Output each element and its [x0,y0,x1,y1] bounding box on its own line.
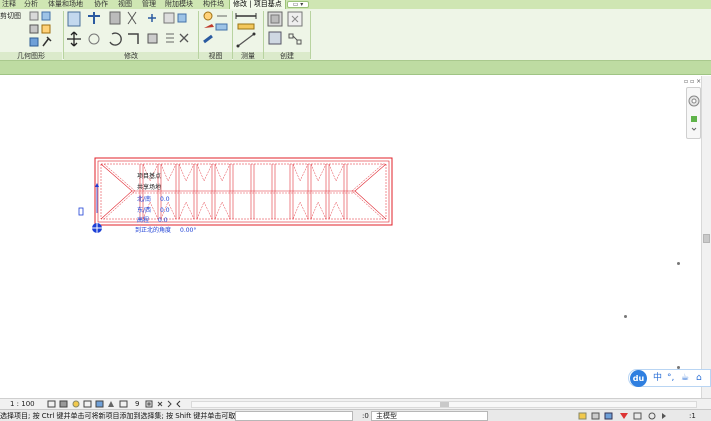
value-north-south[interactable]: 0.0 [160,196,170,203]
status-hint: 选择项目; 按 Ctrl 键并单击可将新项目添加到选择集; 按 Shift 键并… [0,412,243,420]
temporary-hide-count[interactable]: 9 [135,400,139,409]
label-east-west: 东/西 [137,207,152,214]
contextual-tab-toggle[interactable]: ▭ ▾ [287,1,309,8]
panel-label-modify: 修改 [64,52,198,60]
horizontal-scrollbar[interactable] [191,401,697,408]
ime-punctuation-toggle[interactable]: °, [667,373,674,384]
ime-toolbar[interactable]: du 中 °, ☕ ⌂ [628,369,711,387]
view-control-icons[interactable] [46,400,191,409]
view-control-bar: 1 : 100 9 [0,398,711,409]
ribbon-tab-bar: 注释 分析 体量和场地 协作 视图 管理 附加模块 构件坞 修改 | 项目基点 … [0,0,711,9]
tab-modify-project-base-point[interactable]: 修改 | 项目基点 [229,0,286,9]
vertical-scrollbar[interactable] [701,76,711,398]
panel-label-create: 创建 [264,52,310,60]
ime-settings-icon[interactable]: ⌂ [696,373,702,384]
steering-wheel-icon[interactable] [687,88,702,140]
canvas-point [624,315,627,318]
options-bar [0,61,711,75]
create-tools-icon[interactable] [266,10,308,52]
tab-component-dock[interactable]: 构件坞 [203,0,224,9]
modify-tools-icon[interactable] [66,10,196,52]
view-tools-icon[interactable] [201,10,231,52]
vertical-scroll-thumb[interactable] [703,234,710,243]
revit-window: 注释 分析 体量和场地 协作 视图 管理 附加模块 构件坞 修改 | 项目基点 … [0,0,711,421]
design-option-dropdown[interactable]: 主模型 [371,411,488,421]
ribbon-panel-area: 剪切图 几何图形 修改 视图 测量 创建 [0,9,711,61]
label-project-base-point: 项目基点 [137,173,162,180]
ime-logo-icon[interactable]: du [630,370,647,387]
tab-massing-site[interactable]: 体量和场地 [48,0,83,9]
panel-label-geometry: 几何图形 [0,52,62,60]
value-angle-to-north[interactable]: 0.00° [180,227,196,234]
selection-count: :1 [689,412,696,420]
label-shared-site: 共享场地 [137,184,162,191]
canvas-point [677,262,680,265]
value-elevation[interactable]: 0.0 [158,217,168,224]
tab-manage[interactable]: 管理 [142,0,156,9]
geometry-tools-icon[interactable] [29,10,63,52]
view-scale[interactable]: 1 : 100 [10,400,35,409]
panel-separator [310,11,311,59]
selection-filter-icons[interactable] [578,411,696,421]
label-north-south: 北/南 [137,196,152,203]
pin-icon [78,207,84,216]
tab-annotate[interactable]: 注释 [2,0,16,9]
ime-skin-icon[interactable]: ☕ [681,373,689,384]
panel-label-view: 视图 [199,52,232,60]
drawing-canvas[interactable]: 项目基点 共享场地 北/南 0.0 东/西 0.0 高程 0.0 到正北的角度 … [0,76,701,398]
tab-view[interactable]: 视图 [118,0,132,9]
project-base-point-icon [92,183,102,233]
editable-only-count: :0 [362,412,369,420]
value-east-west[interactable]: 0.0 [160,207,170,214]
tab-analyze[interactable]: 分析 [24,0,38,9]
ime-language-toggle[interactable]: 中 [653,373,662,384]
label-angle-to-north: 到正北的角度 [135,227,172,234]
cut-dropdown[interactable]: 剪切图 [0,12,21,20]
panel-label-measure: 测量 [233,52,263,60]
measure-icon[interactable] [234,10,262,52]
status-bar: 选择项目; 按 Ctrl 键并单击可将新项目添加到选择集; 按 Shift 键并… [0,409,711,421]
workset-field[interactable] [235,411,353,421]
label-elevation: 高程 [137,217,150,224]
tab-addins[interactable]: 附加模块 [165,0,193,9]
floor-plan-drawing [78,157,393,233]
tab-collaborate[interactable]: 协作 [94,0,108,9]
navigation-bar[interactable] [686,87,701,139]
horizontal-scroll-thumb[interactable] [440,402,449,407]
